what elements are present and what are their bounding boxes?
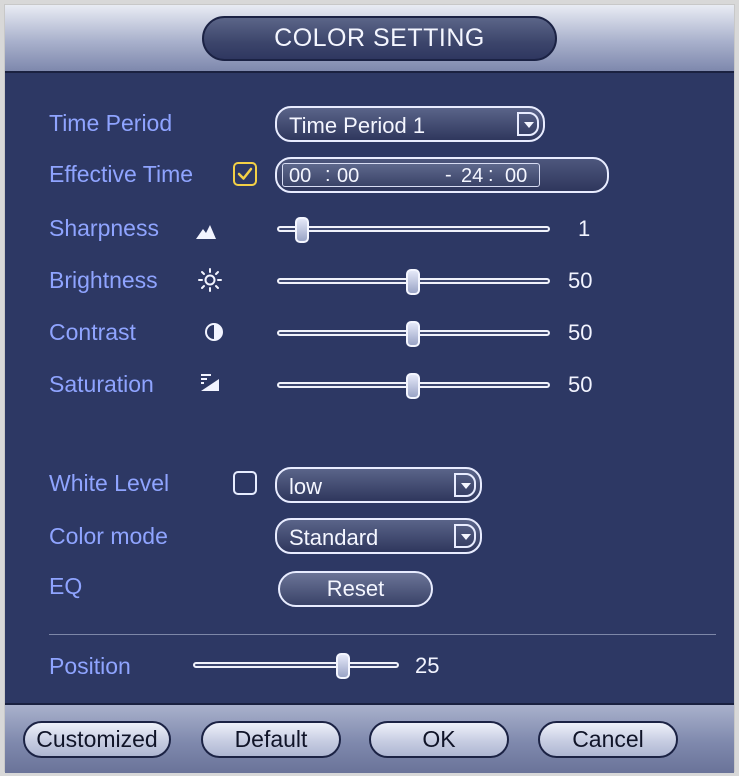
position-slider[interactable] [193, 653, 399, 679]
position-value: 25 [415, 653, 440, 678]
slider-thumb[interactable] [406, 269, 420, 295]
dialog-title: COLOR SETTING [202, 16, 557, 61]
color-mode-label: Color mode [49, 523, 168, 549]
saturation-label: Saturation [49, 371, 154, 397]
saturation-value: 50 [568, 372, 593, 397]
sharpness-label: Sharpness [49, 215, 159, 241]
brightness-label: Brightness [49, 267, 158, 293]
white-level-label: White Level [49, 470, 170, 496]
chevron-down-icon[interactable] [454, 524, 476, 548]
brightness-slider[interactable] [277, 269, 550, 295]
white-level-dropdown[interactable]: low [275, 467, 482, 503]
time-period-label: Time Period [49, 110, 173, 136]
brightness-value: 50 [568, 268, 593, 293]
reset-button[interactable]: Reset [278, 571, 433, 607]
start-hour[interactable]: 00 [289, 165, 311, 188]
slider-track[interactable] [193, 662, 399, 668]
effective-time-range[interactable]: 00 : 00 - 24 : 00 [275, 157, 609, 193]
color-mode-value: Standard [289, 525, 379, 550]
slider-thumb[interactable] [295, 217, 309, 243]
button-bar: Customized Default OK Cancel [5, 703, 734, 773]
sharpness-slider[interactable] [277, 217, 550, 243]
checkmark-icon [237, 167, 253, 180]
saturation-icon [197, 369, 223, 395]
chevron-down-icon[interactable] [454, 473, 476, 497]
chevron-down-icon[interactable] [517, 112, 539, 136]
slider-thumb[interactable] [406, 321, 420, 347]
sun-icon [197, 267, 223, 293]
sharpness-icon [193, 217, 219, 243]
customized-button[interactable]: Customized [23, 721, 171, 758]
white-level-checkbox[interactable] [233, 471, 257, 495]
time-range-field[interactable]: 00 : 00 - 24 : 00 [282, 163, 540, 187]
ok-button[interactable]: OK [369, 721, 509, 758]
white-level-value: low [289, 474, 323, 499]
title-bar: COLOR SETTING [5, 5, 734, 73]
range-dash: - [445, 164, 452, 186]
color-mode-dropdown[interactable]: Standard [275, 518, 482, 554]
saturation-slider[interactable] [277, 373, 550, 399]
effective-time-label: Effective Time [49, 161, 194, 187]
time-period-dropdown[interactable]: Time Period 1 [275, 106, 545, 142]
eq-label: EQ [49, 573, 83, 599]
effective-time-checkbox[interactable] [233, 162, 257, 186]
contrast-slider[interactable] [277, 321, 550, 347]
slider-track[interactable] [277, 226, 550, 232]
position-label: Position [49, 653, 131, 679]
half-circle-icon [203, 319, 229, 345]
end-minute[interactable]: 00 [505, 165, 527, 188]
divider [49, 634, 716, 635]
slider-thumb[interactable] [406, 373, 420, 399]
slider-thumb[interactable] [336, 653, 350, 679]
cancel-button[interactable]: Cancel [538, 721, 678, 758]
default-button[interactable]: Default [201, 721, 341, 758]
start-minute[interactable]: 00 [337, 165, 359, 188]
contrast-label: Contrast [49, 319, 136, 345]
time-separator: : [325, 164, 331, 186]
color-setting-dialog: COLOR SETTING Time Period Time Period 1 … [4, 4, 735, 773]
sharpness-value: 1 [578, 216, 591, 241]
end-hour[interactable]: 24 [461, 165, 483, 188]
time-period-value: Time Period 1 [289, 113, 426, 138]
time-separator: : [488, 164, 494, 186]
contrast-value: 50 [568, 320, 593, 345]
